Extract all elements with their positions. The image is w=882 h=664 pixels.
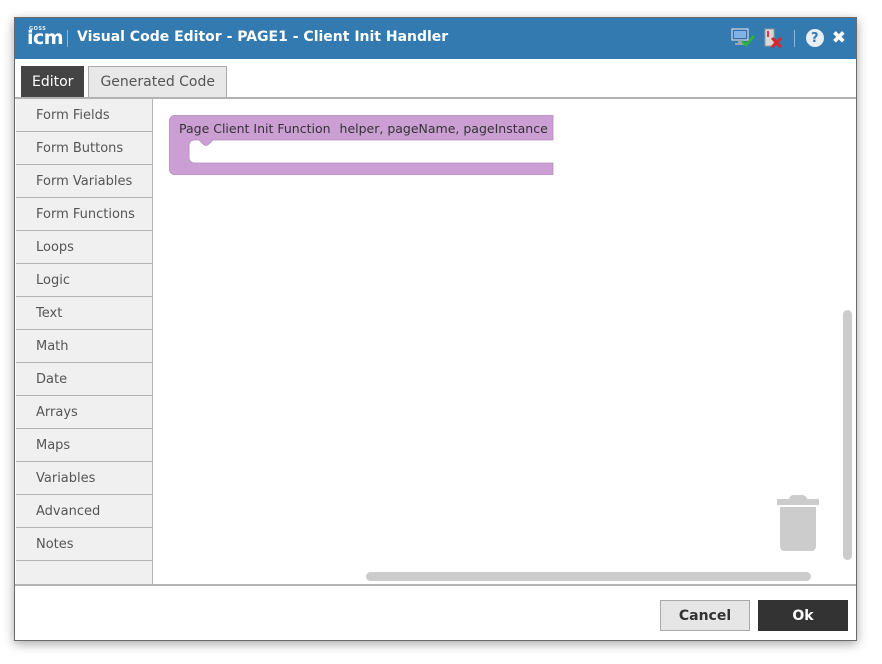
title-divider <box>67 30 68 47</box>
visual-code-editor-dialog: GOSS icm Visual Code Editor - PAGE1 - Cl… <box>14 17 857 641</box>
title-bar: GOSS icm Visual Code Editor - PAGE1 - Cl… <box>15 18 856 59</box>
tab-generated-code[interactable]: Generated Code <box>88 66 228 97</box>
toolbox-category-form-fields[interactable]: Form Fields <box>16 99 152 132</box>
title-actions-divider <box>793 29 795 47</box>
toolbox: Form Fields Form Buttons Form Variables … <box>16 99 153 584</box>
toolbox-category-form-buttons[interactable]: Form Buttons <box>16 132 152 165</box>
dialog-footer: Cancel Ok <box>15 586 856 640</box>
tab-editor[interactable]: Editor <box>21 66 85 97</box>
toolbox-category-form-variables[interactable]: Form Variables <box>16 165 152 198</box>
editor-tabs: Editor Generated Code <box>21 66 228 97</box>
icm-logo: GOSS icm <box>27 26 64 49</box>
title-actions: ? ✖ <box>731 27 846 49</box>
function-block-params: helper, pageName, pageInstance <box>339 121 548 136</box>
function-block-title: Page Client Init Function <box>179 121 331 136</box>
dialog-title: Visual Code Editor - PAGE1 - Client Init… <box>77 29 449 45</box>
help-icon[interactable]: ? <box>805 29 824 47</box>
toolbox-category-text[interactable]: Text <box>16 297 152 330</box>
blockly-workspace: Form Fields Form Buttons Form Variables … <box>15 99 856 586</box>
toolbox-category-maps[interactable]: Maps <box>16 429 152 462</box>
trash-icon[interactable] <box>777 495 819 551</box>
cancel-button[interactable]: Cancel <box>660 600 750 631</box>
page-client-init-function-block[interactable]: Page Client Init Function helper, pageNam… <box>168 114 554 176</box>
server-error-icon[interactable] <box>763 28 783 48</box>
monitor-check-icon[interactable] <box>731 28 755 48</box>
code-canvas[interactable]: Page Client Init Function helper, pageNam… <box>153 99 856 584</box>
vertical-scrollbar[interactable] <box>843 310 852 560</box>
toolbox-category-loops[interactable]: Loops <box>16 231 152 264</box>
toolbox-category-variables[interactable]: Variables <box>16 462 152 495</box>
close-icon[interactable]: ✖ <box>832 29 846 47</box>
toolbox-category-notes[interactable]: Notes <box>16 528 152 561</box>
horizontal-scrollbar[interactable] <box>366 572 811 581</box>
toolbox-category-form-functions[interactable]: Form Functions <box>16 198 152 231</box>
toolbox-category-logic[interactable]: Logic <box>16 264 152 297</box>
logo-icm-text: icm <box>27 27 64 49</box>
toolbox-category-advanced[interactable]: Advanced <box>16 495 152 528</box>
toolbox-category-arrays[interactable]: Arrays <box>16 396 152 429</box>
function-block-label: Page Client Init Function helper, pageNam… <box>179 121 548 136</box>
toolbox-category-date[interactable]: Date <box>16 363 152 396</box>
ok-button[interactable]: Ok <box>758 600 848 631</box>
toolbox-category-math[interactable]: Math <box>16 330 152 363</box>
